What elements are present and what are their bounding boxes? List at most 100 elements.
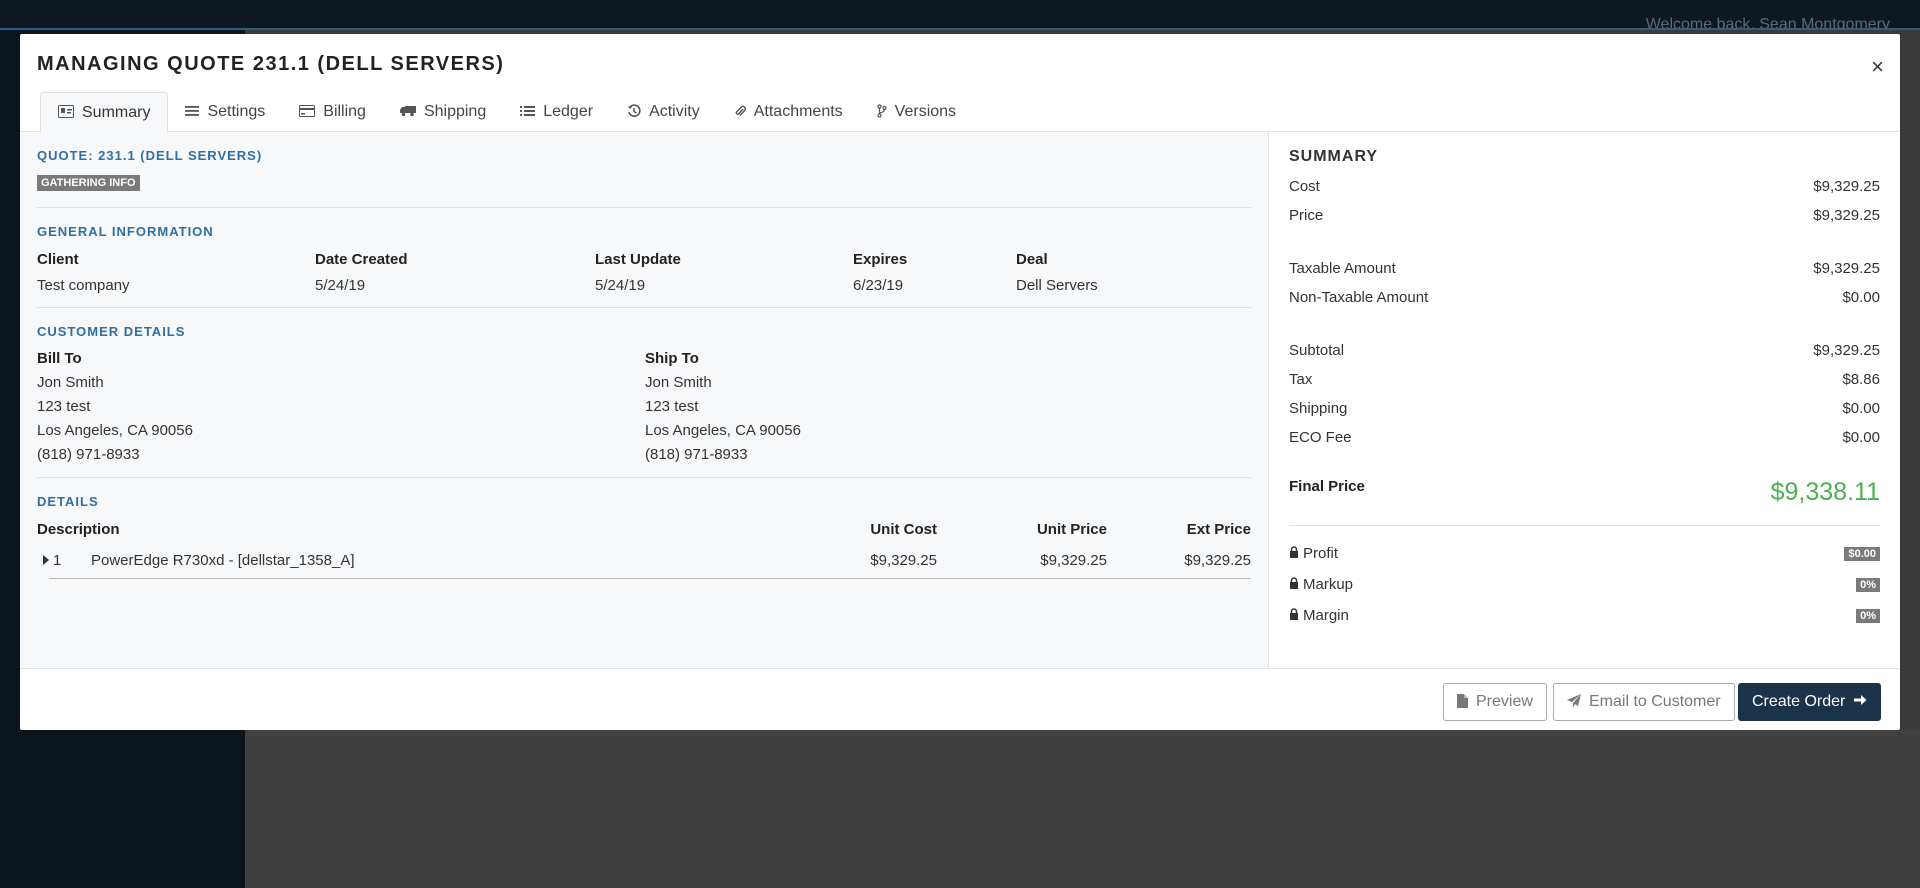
unit-cost-header: Unit Cost	[870, 521, 937, 538]
expires-value: 6/23/19	[853, 277, 904, 294]
close-icon[interactable]: ×	[1871, 56, 1884, 78]
summary-heading: SUMMARY	[1289, 148, 1379, 165]
modal-header: MANAGING QUOTE 231.1 (DELL SERVERS) × Su…	[20, 34, 1900, 134]
bill-to-city: Los Angeles, CA 90056	[37, 422, 193, 439]
tab-bar: Summary Settings Billing Shipping Ledger…	[40, 92, 973, 134]
lock-icon	[1289, 608, 1299, 623]
shipping-label: Shipping	[1289, 400, 1348, 417]
tab-label: Attachments	[753, 103, 843, 120]
unit-price-header: Unit Price	[1036, 521, 1107, 538]
divider	[37, 307, 1251, 308]
cost-value: $9,329.25	[1813, 178, 1880, 195]
markup-label: Markup	[1303, 576, 1354, 593]
details-heading: DETAILS	[37, 494, 99, 509]
caret-right-icon[interactable]	[43, 552, 53, 569]
modal-body: QUOTE: 231.1 (DELL SERVERS) GATHERING IN…	[20, 132, 1900, 668]
lock-icon	[1289, 577, 1299, 592]
quote-details-panel: QUOTE: 231.1 (DELL SERVERS) GATHERING IN…	[20, 132, 1268, 668]
quote-heading: QUOTE: 231.1 (DELL SERVERS)	[37, 148, 263, 163]
date-created-label: Date Created	[315, 251, 408, 268]
general-info-heading: GENERAL INFORMATION	[37, 224, 214, 239]
tax-value: $8.86	[1842, 371, 1880, 388]
email-to-customer-button[interactable]: Email to Customer	[1553, 683, 1735, 721]
modal-title: MANAGING QUOTE 231.1 (DELL SERVERS)	[37, 53, 505, 75]
tab-activity[interactable]: Activity	[610, 92, 717, 132]
deal-value: Dell Servers	[1016, 277, 1098, 294]
ship-to-street: 123 test	[645, 398, 699, 415]
truck-icon	[399, 104, 416, 120]
markup-row: Markup 0%	[1289, 569, 1880, 600]
line-ext-price: $9,329.25	[1184, 551, 1251, 569]
bill-to-name: Jon Smith	[37, 374, 104, 391]
summary-tax-row: Tax $8.86	[1289, 365, 1880, 394]
tab-attachments[interactable]: Attachments	[717, 92, 860, 132]
final-price-label: Final Price	[1289, 478, 1365, 495]
tab-shipping[interactable]: Shipping	[383, 92, 503, 132]
summary-eco-row: ECO Fee $0.00	[1289, 423, 1880, 452]
summary-price-row: Price $9,329.25	[1289, 201, 1880, 230]
tab-billing[interactable]: Billing	[282, 92, 383, 132]
description-header: Description	[37, 521, 120, 538]
tab-ledger[interactable]: Ledger	[503, 92, 610, 132]
profit-row: Profit $0.00	[1289, 538, 1880, 569]
tab-label: Settings	[207, 103, 266, 120]
summary-shipping-row: Shipping $0.00	[1289, 394, 1880, 423]
client-value: Test company	[37, 277, 130, 294]
app-main-lower	[245, 730, 1920, 888]
divider	[49, 578, 1251, 579]
lock-icon	[1289, 546, 1299, 561]
eco-fee-label: ECO Fee	[1289, 429, 1352, 446]
divider	[1289, 525, 1880, 526]
taxable-value: $9,329.25	[1813, 260, 1880, 277]
bill-to-street: 123 test	[37, 398, 91, 415]
bill-to-phone: (818) 971-8933	[37, 446, 140, 463]
profit-value: $0.00	[1844, 546, 1880, 561]
preview-button[interactable]: Preview	[1443, 683, 1547, 721]
margin-row: Margin 0%	[1289, 600, 1880, 631]
paper-plane-icon	[1567, 693, 1581, 711]
tab-settings[interactable]: Settings	[168, 92, 282, 132]
customer-details-heading: CUSTOMER DETAILS	[37, 324, 186, 339]
shipping-value: $0.00	[1842, 400, 1880, 417]
email-label: Email to Customer	[1589, 693, 1721, 710]
nontaxable-label: Non-Taxable Amount	[1289, 289, 1429, 306]
divider	[37, 207, 1251, 208]
ship-to-label: Ship To	[645, 350, 699, 367]
subtotal-value: $9,329.25	[1813, 342, 1880, 359]
create-order-label: Create Order	[1752, 693, 1846, 710]
expires-label: Expires	[853, 251, 908, 268]
margin-value: 0%	[1856, 608, 1880, 623]
bars-icon	[185, 104, 200, 120]
arrow-right-icon	[1853, 693, 1867, 712]
summary-panel: SUMMARY Cost $9,329.25 Price $9,329.25 T…	[1268, 132, 1900, 668]
list-icon	[520, 104, 536, 120]
tab-label: Versions	[894, 103, 957, 120]
tab-versions[interactable]: Versions	[860, 92, 973, 132]
ship-to-phone: (818) 971-8933	[645, 446, 748, 463]
profit-label: Profit	[1303, 545, 1339, 562]
final-price-row: Final Price $9,338.11	[1289, 474, 1880, 507]
bill-to-label: Bill To	[37, 350, 82, 367]
summary-cost-row: Cost $9,329.25	[1289, 172, 1880, 201]
client-label: Client	[37, 251, 79, 268]
status-badge: GATHERING INFO	[37, 175, 140, 191]
summary-nontaxable-row: Non-Taxable Amount $0.00	[1289, 283, 1880, 312]
paperclip-icon	[734, 104, 746, 121]
line-unit-cost: $9,329.25	[870, 551, 937, 569]
divider	[37, 477, 1251, 478]
table-row[interactable]: 1 PowerEdge R730xd - [dellstar_1358_A] $…	[37, 550, 1251, 570]
details-table-header: Description Unit Cost Unit Price Ext Pri…	[37, 521, 1251, 538]
ship-to-block: Ship To Jon Smith 123 test Los Angeles, …	[645, 347, 801, 467]
tax-label: Tax	[1289, 371, 1313, 388]
app-topbar: Welcome back, Sean Montgomery	[0, 0, 1920, 33]
tab-summary[interactable]: Summary	[40, 92, 169, 134]
cost-label: Cost	[1289, 178, 1320, 195]
eco-fee-value: $0.00	[1842, 429, 1880, 446]
tab-label: Activity	[649, 103, 700, 120]
last-update-value: 5/24/19	[595, 277, 646, 294]
markup-value: 0%	[1856, 577, 1880, 592]
summary-subtotal-row: Subtotal $9,329.25	[1289, 336, 1880, 365]
price-value: $9,329.25	[1813, 207, 1880, 224]
tab-label: Billing	[323, 103, 366, 120]
create-order-button[interactable]: Create Order	[1738, 683, 1882, 721]
